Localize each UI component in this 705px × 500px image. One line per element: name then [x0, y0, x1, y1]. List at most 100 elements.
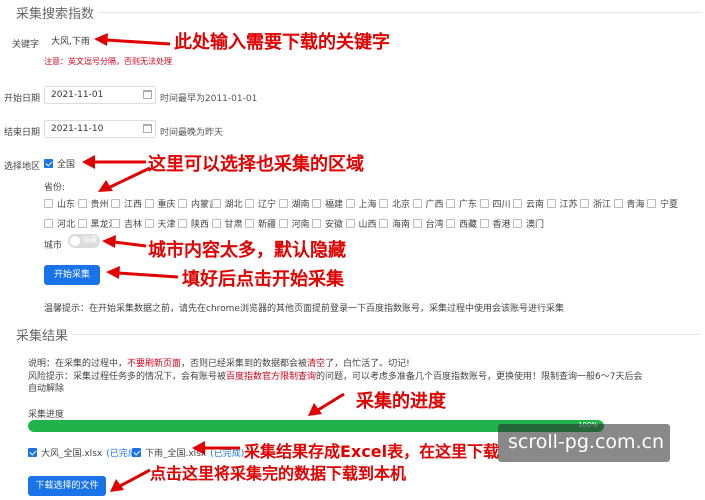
- results-description: 说明：在采集的过程中，不要刷新页面，否则已经采集到的数据都会被清空了，白忙活了。…: [28, 356, 410, 369]
- province-checkbox[interactable]: 云南: [513, 197, 544, 210]
- start-collect-button[interactable]: 开始采集: [44, 265, 100, 285]
- calendar-icon: [143, 90, 152, 99]
- nation-checkbox[interactable]: 全国: [44, 157, 75, 170]
- checkbox-icon: [345, 199, 355, 208]
- risk-tip: 风险提示：采集过程任务多的情况下，会有账号被百度指数官方限制查询的问题，可以考虑…: [28, 369, 643, 382]
- checkbox-icon: [613, 199, 623, 208]
- province-name: 贵州: [90, 200, 109, 210]
- section-divider: [72, 334, 700, 335]
- checkbox-icon: [446, 219, 455, 228]
- download-button[interactable]: 下载选择的文件: [28, 476, 106, 496]
- province-name: 上海: [358, 200, 377, 210]
- keyword-note: 注意：英文逗号分隔，否则无法处理: [44, 57, 172, 66]
- province-checkbox[interactable]: 辽宁: [245, 197, 276, 210]
- checkbox-icon: [111, 199, 120, 208]
- risk-suffix: 的问题，可以考虑多准备几个百度指数账号，更换使用！限制查询一般6～7天后会: [316, 372, 643, 382]
- province-checkbox[interactable]: 新疆: [245, 217, 276, 230]
- checkbox-icon: [479, 219, 489, 228]
- risk-tip-line2: 自动解除: [28, 384, 65, 394]
- checkbox-icon: [144, 199, 154, 208]
- province-name: 青海: [626, 200, 645, 210]
- section-divider: [100, 12, 700, 13]
- province-name: 天津: [157, 220, 176, 230]
- province-checkbox[interactable]: 贵州: [77, 197, 109, 210]
- province-checkbox[interactable]: 宁夏: [647, 197, 678, 210]
- region-label: 选择地区: [4, 162, 41, 172]
- checkbox-icon: [312, 219, 321, 228]
- annotation-city: 城市内容太多，默认隐藏: [148, 240, 346, 261]
- watermark-text: scroll-pg.com.cn: [508, 431, 665, 453]
- province-checkbox[interactable]: 河北: [44, 217, 75, 230]
- province-name: 安徽: [325, 220, 344, 230]
- checkbox-checked-icon: [44, 159, 53, 168]
- end-date-input[interactable]: 2021-11-10: [44, 120, 156, 138]
- checkbox-icon: [44, 219, 53, 228]
- end-date-hint: 时间最晚为昨天: [160, 128, 224, 138]
- checkbox-icon: [178, 219, 187, 228]
- province-name: 新疆: [258, 220, 277, 230]
- province-checkbox[interactable]: 四川: [479, 197, 511, 210]
- province-checkbox[interactable]: 福建: [312, 197, 343, 210]
- province-checkbox[interactable]: 北京: [379, 197, 410, 210]
- checkbox-icon: [312, 199, 321, 208]
- checkbox-icon: [379, 199, 388, 208]
- province-checkbox[interactable]: 海南: [379, 217, 410, 230]
- province-checkbox[interactable]: 上海: [345, 197, 377, 210]
- province-checkbox[interactable]: 西藏: [446, 217, 477, 230]
- province-label: 省份:: [44, 183, 66, 193]
- province-checkbox[interactable]: 陕西: [178, 217, 209, 230]
- province-name: 河南: [291, 220, 310, 230]
- province-checkbox[interactable]: 澳门: [513, 217, 544, 230]
- checkbox-icon: [144, 219, 154, 228]
- province-checkbox[interactable]: 湖南: [278, 197, 310, 210]
- progress-label: 采集进度: [28, 410, 65, 420]
- checkbox-icon: [178, 199, 187, 208]
- province-name: 湖南: [291, 200, 310, 210]
- province-name: 甘肃: [224, 220, 243, 230]
- start-date-value: 2021-11-01: [51, 90, 104, 100]
- province-checkbox[interactable]: 江西: [111, 197, 142, 210]
- desc-warning-2: 清空: [307, 359, 326, 369]
- province-checkbox[interactable]: 重庆: [144, 197, 176, 210]
- province-checkbox[interactable]: 吉林: [111, 217, 142, 230]
- province-checkbox[interactable]: 浙江: [580, 197, 611, 210]
- province-checkbox[interactable]: 山东: [44, 197, 75, 210]
- province-name: 北京: [392, 200, 411, 210]
- province-name: 陕西: [191, 220, 210, 230]
- file-item-1[interactable]: 大风_全国.xlsx (已完成): [28, 446, 140, 459]
- risk-warning: 百度指数官方限制查询: [226, 372, 317, 382]
- province-name: 宁夏: [660, 200, 679, 210]
- nation-label: 全国: [57, 160, 76, 170]
- province-name: 吉林: [124, 220, 143, 230]
- checkbox-icon: [245, 199, 254, 208]
- province-checkbox[interactable]: 香港: [479, 217, 511, 230]
- province-checkbox[interactable]: 青海: [613, 197, 645, 210]
- city-label: 城市: [44, 241, 63, 251]
- province-checkbox[interactable]: 湖北: [211, 197, 243, 210]
- city-toggle[interactable]: 隐藏: [68, 234, 100, 248]
- province-name: 浙江: [593, 200, 612, 210]
- province-checkbox[interactable]: 山西: [345, 217, 377, 230]
- checkbox-icon: [446, 199, 455, 208]
- arrow-icon: [190, 438, 242, 458]
- province-checkbox[interactable]: 广东: [446, 197, 477, 210]
- province-checkbox[interactable]: 江苏: [546, 197, 578, 210]
- checkbox-icon: [77, 219, 87, 228]
- arrow-icon: [104, 265, 180, 285]
- province-checkbox[interactable]: 安徽: [312, 217, 343, 230]
- checkbox-icon: [479, 199, 489, 208]
- province-checkbox[interactable]: 广西: [412, 197, 444, 210]
- annotation-excel: 采集结果存成Excel表，在这里下载: [244, 442, 500, 461]
- province-checkbox[interactable]: 台湾: [412, 217, 444, 230]
- province-checkbox[interactable]: 甘肃: [211, 217, 243, 230]
- checkbox-checked-icon: [28, 448, 37, 457]
- start-date-input[interactable]: 2021-11-01: [44, 86, 156, 104]
- annotation-download: 点击这里将采集完的数据下载到本机: [150, 464, 407, 483]
- desc-mid: ，否则已经采集到的数据都会被: [181, 359, 308, 369]
- province-checkbox[interactable]: 河南: [278, 217, 310, 230]
- province-checkbox[interactable]: 天津: [144, 217, 176, 230]
- watermark: scroll-pg.com.cn: [498, 424, 670, 462]
- province-name: 澳门: [526, 220, 545, 230]
- province-name: 福建: [325, 200, 344, 210]
- checkbox-icon: [546, 199, 556, 208]
